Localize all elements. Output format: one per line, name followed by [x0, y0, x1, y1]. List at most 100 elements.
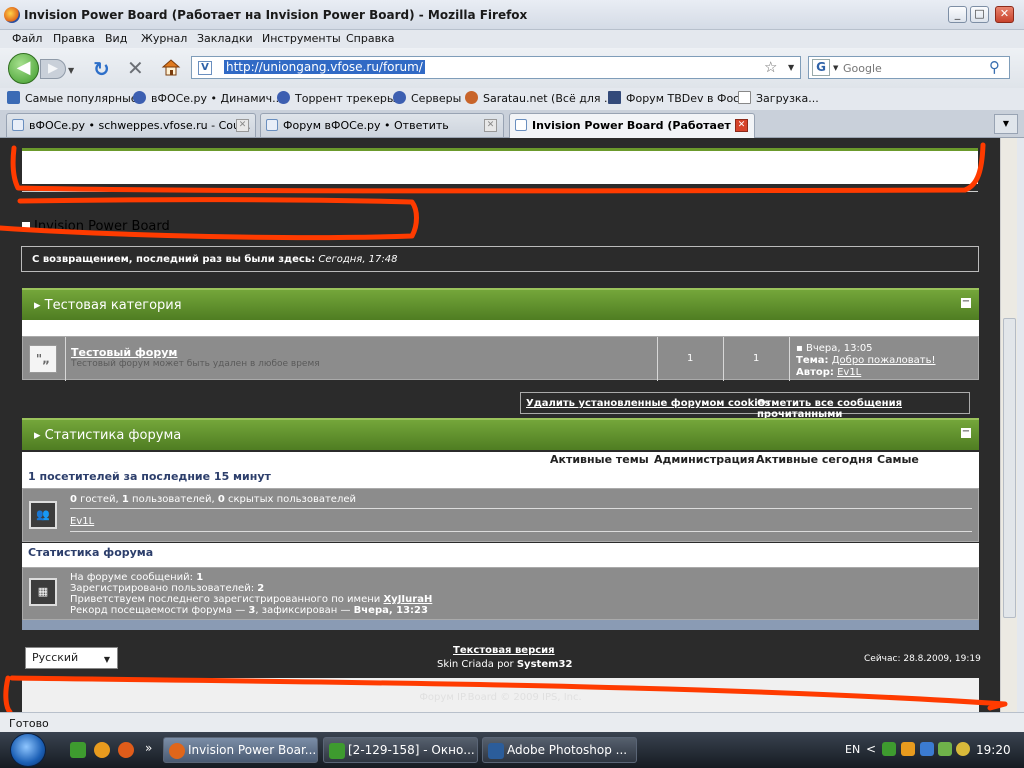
- delete-cookies-link[interactable]: Удалить установленные форумом cookies: [526, 398, 770, 409]
- online-users-header: 1 посетителей за последние 15 минут: [22, 468, 979, 488]
- window-titlebar[interactable]: Invision Power Board (Работает на Invisi…: [0, 0, 1024, 30]
- collapse-icon[interactable]: −: [961, 297, 971, 308]
- bookmark-servers[interactable]: Серверы: [393, 91, 461, 105]
- tab-close-icon[interactable]: ✕: [236, 119, 249, 132]
- language-select[interactable]: Русский ▼: [25, 647, 118, 669]
- stats-title[interactable]: Статистика форума: [45, 428, 182, 443]
- bookmark-star-icon[interactable]: ☆: [764, 58, 777, 76]
- quicklaunch-app-icon[interactable]: [94, 742, 110, 758]
- forward-button[interactable]: ▶: [40, 59, 66, 79]
- quicklaunch-app-icon[interactable]: [70, 742, 86, 758]
- current-time: Сейчас: 28.8.2009, 19:19: [864, 654, 981, 664]
- collapse-icon[interactable]: −: [961, 427, 971, 438]
- divider: [70, 531, 972, 532]
- menu-history[interactable]: Журнал: [141, 32, 187, 45]
- list-all-tabs-button[interactable]: ▼: [994, 114, 1018, 134]
- tray-app-icon[interactable]: [882, 742, 896, 756]
- google-icon[interactable]: G: [812, 59, 830, 76]
- history-dropdown-icon[interactable]: ▼: [68, 66, 74, 75]
- site-icon: [12, 119, 24, 131]
- forum-name-link[interactable]: Тестовый форум: [71, 346, 177, 359]
- status-bar: Готово: [0, 712, 1024, 732]
- url-text[interactable]: http://uniongang.vfose.ru/forum/: [224, 60, 425, 74]
- site-icon: [515, 119, 527, 131]
- home-icon[interactable]: [161, 57, 181, 77]
- site-icon: [277, 91, 290, 104]
- copyright-footer: Форум IP.Board © 2009 IPS, Inc.: [22, 678, 979, 712]
- page-content: Invision Power Board С возвращением, пос…: [0, 138, 1000, 712]
- site-icon: [608, 91, 621, 104]
- last-post-icon[interactable]: ▪: [796, 343, 803, 354]
- reload-button[interactable]: ↻: [93, 57, 110, 81]
- maximize-button[interactable]: □: [970, 6, 989, 23]
- mark-all-read-link[interactable]: Отметить все сообщения прочитанными: [757, 398, 969, 420]
- firefox-icon: [169, 743, 185, 759]
- tab-forum-reply[interactable]: Форум вФОСе.ру • Ответить ✕: [260, 113, 504, 137]
- quicklaunch-app-icon[interactable]: [118, 742, 134, 758]
- board-title[interactable]: Invision Power Board: [22, 219, 170, 234]
- column-divider: [657, 337, 658, 381]
- bookmark-torrent-trackers[interactable]: Торрент трекеры: [277, 91, 396, 105]
- menu-file[interactable]: Файл: [12, 32, 42, 45]
- bookmark-saratau[interactable]: Saratau.net (Всё для ...: [465, 91, 614, 105]
- menu-tools[interactable]: Инструменты: [262, 32, 341, 45]
- active-topics-link[interactable]: Активные темы: [550, 453, 649, 466]
- topic-count: 1: [687, 353, 694, 364]
- last-post-author-link[interactable]: Ev1L: [837, 367, 861, 378]
- firefox-icon: [4, 7, 20, 23]
- scrollbar-thumb[interactable]: [1003, 318, 1016, 618]
- registered-count: Зарегистрировано пользователей: 2: [70, 583, 265, 594]
- tab-invision-board[interactable]: Invision Power Board (Работает ... ✕: [509, 113, 755, 138]
- search-input[interactable]: [843, 60, 983, 76]
- stat-links: Активные темы Администрация Активные сег…: [22, 452, 979, 479]
- close-button[interactable]: ✕: [995, 6, 1014, 23]
- menu-view[interactable]: Вид: [105, 32, 127, 45]
- tray-expand-icon[interactable]: <: [866, 742, 876, 756]
- bookmark-tbdev-forum[interactable]: Форум TBDev в Фосе: [608, 91, 746, 105]
- language-indicator[interactable]: EN: [845, 743, 860, 756]
- menu-help[interactable]: Справка: [346, 32, 394, 45]
- search-bar[interactable]: G ▼ ⚲: [808, 56, 1010, 79]
- taskbar-photoshop[interactable]: Adobe Photoshop ...: [482, 737, 637, 763]
- tab-close-icon[interactable]: ✕: [484, 119, 497, 132]
- column-divider: [723, 337, 724, 381]
- search-engine-dropdown-icon[interactable]: ▼: [833, 64, 838, 72]
- tab-close-icon[interactable]: ✕: [735, 119, 748, 132]
- active-today-link[interactable]: Активные сегодня: [756, 453, 873, 466]
- taskbar-firefox[interactable]: Invision Power Boar...: [163, 737, 318, 763]
- tray-app-icon[interactable]: [901, 742, 915, 756]
- menu-edit[interactable]: Правка: [53, 32, 95, 45]
- vertical-scrollbar[interactable]: [1000, 138, 1017, 712]
- menu-bookmarks[interactable]: Закладки: [197, 32, 253, 45]
- url-dropdown-icon[interactable]: ▼: [788, 63, 794, 72]
- status-text: Готово: [9, 717, 49, 730]
- bookmark-loading[interactable]: Загрузка...: [738, 91, 819, 105]
- bookmark-most-popular[interactable]: Самые популярные: [7, 91, 138, 105]
- tray-app-icon[interactable]: [956, 742, 970, 756]
- window-icon: [329, 743, 345, 759]
- last-post-topic-link[interactable]: Добро пожаловать!: [832, 355, 936, 366]
- administration-link[interactable]: Администрация: [654, 453, 755, 466]
- back-button[interactable]: ◀: [8, 53, 39, 84]
- minimize-button[interactable]: _: [948, 6, 967, 23]
- tray-app-icon[interactable]: [938, 742, 952, 756]
- attendance-record: Рекорд посещаемости форума — 3, зафиксир…: [70, 605, 428, 616]
- clock[interactable]: 19:20: [976, 743, 1011, 757]
- users-icon: 👥: [29, 501, 57, 529]
- newest-member-link[interactable]: XyJIuraH: [383, 594, 432, 605]
- last-post-info: ▪ Вчера, 13:05 Тема: Добро пожаловать! А…: [796, 343, 936, 378]
- search-icon[interactable]: ⚲: [989, 58, 1000, 76]
- stop-button[interactable]: ✕: [127, 56, 144, 80]
- taskbar-window[interactable]: [2-129-158] - Окно...: [323, 737, 478, 763]
- quicklaunch-more-icon[interactable]: »: [145, 741, 152, 755]
- start-button[interactable]: [10, 733, 46, 767]
- text-version-link[interactable]: Текстовая версия: [453, 645, 555, 656]
- address-bar[interactable]: V http://uniongang.vfose.ru/forum/ ☆ ▼: [191, 56, 801, 79]
- category-title[interactable]: Тестовая категория: [45, 298, 182, 313]
- page-icon: [738, 91, 751, 104]
- tab-vfose-schweppes[interactable]: вФОСе.ру • schweppes.vfose.ru - Cou... ✕: [6, 113, 256, 137]
- bookmark-vfose-dynamic[interactable]: вФОСе.ру • Динамич...: [133, 91, 283, 105]
- online-user-link[interactable]: Ev1L: [70, 516, 94, 527]
- bookmarks-toolbar: Самые популярные вФОСе.ру • Динамич... Т…: [0, 88, 1024, 110]
- network-icon[interactable]: [920, 742, 934, 756]
